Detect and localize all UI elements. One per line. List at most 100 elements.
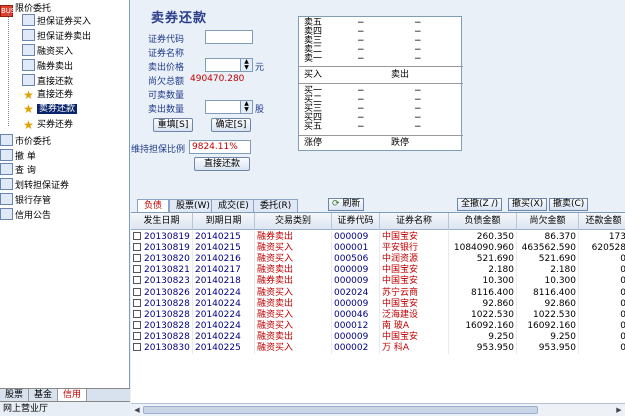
sidebar-item-label: 撤 单 — [15, 152, 36, 162]
sidebar-item-12[interactable]: 划转担保证券 — [0, 178, 69, 193]
tab-deal[interactable]: 成交(E) — [211, 199, 256, 212]
sidebar-item-14[interactable]: 信用公告 — [0, 208, 51, 223]
confirm-button[interactable]: 确定[S] — [211, 118, 251, 132]
cell-text: 万 科A — [382, 343, 410, 353]
scroll-right-icon[interactable]: ▶ — [614, 405, 624, 415]
cell-text: 平安银行 — [382, 243, 419, 254]
star-icon: ★ — [23, 88, 34, 102]
sidebar-item-9[interactable]: 市价委托 — [0, 134, 51, 149]
bottom-tab-stock[interactable]: 股票 — [0, 389, 30, 401]
direct-repay-button[interactable]: 直接还款 — [194, 157, 250, 171]
column-header[interactable]: 证券代码 — [332, 213, 380, 230]
scroll-left-icon[interactable]: ◀ — [132, 405, 142, 415]
row-checkbox[interactable] — [133, 343, 141, 351]
row-checkbox[interactable] — [133, 287, 141, 296]
row-checkbox[interactable] — [133, 276, 141, 285]
sidebar-item-2[interactable]: 担保证券卖出 — [22, 29, 91, 44]
sidebar-item-label: 卖券还款 — [37, 104, 78, 114]
price-spinner[interactable]: ▲ ▼ — [240, 58, 253, 72]
qty-spinner[interactable]: ▲ ▼ — [240, 100, 253, 114]
tab-order[interactable]: 委托(R) — [253, 199, 299, 212]
cell-text: 中润资源 — [382, 254, 419, 265]
row-checkbox[interactable] — [133, 331, 141, 340]
column-header[interactable]: 交易类别 — [255, 213, 332, 230]
refresh-button[interactable]: ⟳ 刷新 — [328, 198, 365, 211]
cell-text: 2.180 — [488, 265, 514, 276]
sidebar-item-6[interactable]: ★ 直接还券 — [22, 88, 73, 103]
cell-text: 16092.160 — [527, 320, 576, 331]
cell-text: 20130828 — [144, 309, 190, 320]
sidebar-item-4[interactable]: 融券卖出 — [22, 59, 73, 74]
cell-text: 20130819 — [144, 232, 190, 242]
tab-debt[interactable]: 负债 — [137, 199, 170, 212]
cell-text: 中国宝安 — [382, 276, 419, 287]
row-checkbox[interactable] — [133, 298, 141, 307]
quote-buy-row: 买一 − − — [299, 87, 463, 96]
cell-text: 20140224 — [195, 298, 241, 309]
sidebar-item-7[interactable]: ★ 卖券还款 — [22, 102, 78, 117]
reset-button[interactable]: 重填[S] — [153, 118, 193, 132]
bottom-tab-fund[interactable]: 基金 — [29, 389, 59, 401]
horizontal-scrollbar[interactable]: ◀ ▶ — [131, 403, 625, 415]
sidebar-item-11[interactable]: 查 询 — [0, 163, 36, 178]
sidebar-item-10[interactable]: 撤 单 — [0, 149, 36, 164]
sidebar-item-5[interactable]: 直接还款 — [22, 74, 73, 89]
debt-table: 发生日期 到期日期 交易类别 证券代码 证券名称 负债金额 尚欠金额 还款金额 2013081… — [131, 212, 625, 403]
cell-text: 融资买入 — [257, 320, 294, 331]
star-icon: ★ — [23, 118, 34, 132]
sidebar-item-3[interactable]: 融资买入 — [22, 44, 73, 59]
column-header[interactable]: 证券名称 — [380, 213, 449, 230]
table-row[interactable]: 20130830 20140225 融资买入 000002 万 科A 953.950 953… — [131, 342, 625, 354]
cell-text: 20130830 — [144, 343, 190, 353]
quote-separator — [299, 66, 463, 67]
column-header[interactable]: 还款金额 — [579, 213, 625, 230]
tab-stock[interactable]: 股票(W) — [169, 199, 217, 212]
row-checkbox[interactable] — [133, 320, 141, 329]
cell-text: 0 — [620, 254, 625, 264]
cancel-all-button[interactable]: 全撤(Z /) — [457, 198, 503, 211]
column-header[interactable]: 负债金额 — [449, 213, 517, 230]
qty-input[interactable] — [205, 100, 241, 114]
column-header[interactable]: 到期日期 — [193, 213, 255, 230]
cancel-buy-button[interactable]: 撤买(X) — [508, 198, 548, 211]
quote-buy-row: 买二 − − — [299, 96, 463, 105]
column-header[interactable]: 发生日期 — [131, 213, 193, 230]
row-checkbox[interactable] — [133, 265, 141, 274]
scroll-thumb[interactable] — [143, 406, 538, 414]
column-header[interactable]: 尚欠金额 — [517, 213, 579, 230]
quote-buy-row: 买五 − − — [299, 123, 463, 132]
cell-text: 20130826 — [144, 287, 190, 298]
row-checkbox[interactable] — [133, 254, 141, 263]
cell-text: 92.860 — [544, 298, 577, 309]
cell-text: 20140215 — [195, 232, 241, 242]
cell-text: 20140218 — [195, 276, 241, 287]
cell-text: 20130828 — [144, 320, 190, 331]
cell-text: 16092.160 — [465, 320, 514, 331]
quote-separator — [299, 135, 463, 136]
row-checkbox[interactable] — [133, 232, 141, 240]
debt-label: 尚欠总额 — [148, 77, 185, 87]
sidebar-item-label: 融券卖出 — [37, 62, 74, 72]
cell-text: 10.300 — [482, 276, 515, 287]
quote-sell-row: 卖二 − − — [299, 46, 463, 55]
cell-text: 融资买入 — [257, 287, 294, 298]
sidebar-item-1[interactable]: 担保证券买入 — [22, 14, 91, 29]
bottom-tab-credit[interactable]: 信用 — [58, 389, 88, 401]
sidebar-item-13[interactable]: 银行存管 — [0, 193, 51, 208]
code-input[interactable] — [205, 30, 253, 44]
cell-text: 融资买入 — [257, 254, 294, 265]
cancel-sell-button[interactable]: 撤卖(C) — [549, 198, 589, 211]
function-icon — [22, 59, 35, 71]
row-checkbox[interactable] — [133, 309, 141, 318]
row-checkbox[interactable] — [133, 243, 141, 252]
cell-text: 002024 — [334, 287, 369, 298]
sidebar-item-8[interactable]: ★ 买券还券 — [22, 118, 73, 133]
debt-value: 490470.280 — [190, 74, 245, 84]
price-input[interactable] — [205, 58, 241, 72]
cell-text: 1022.530 — [533, 309, 576, 320]
refresh-label: 刷新 — [342, 199, 361, 209]
table-cell: 万 科A — [380, 342, 449, 354]
cell-text: 000009 — [334, 298, 369, 309]
online-hall-title: 网上营业厅 — [0, 401, 130, 415]
cell-text: 20130820 — [144, 254, 190, 265]
